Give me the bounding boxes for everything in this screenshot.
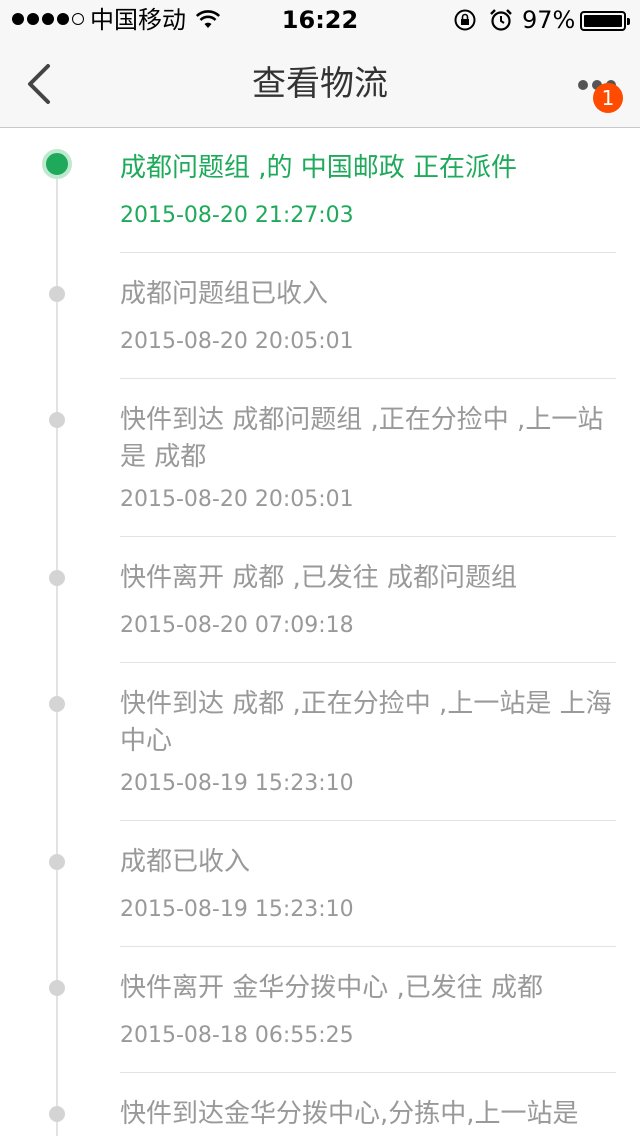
timeline-dot <box>49 696 65 712</box>
tracking-time: 2015-08-19 15:23:10 <box>120 897 354 922</box>
tracking-description: 快件到达 成都问题组 ,正在分捡中 ,上一站是 成都 <box>120 405 604 472</box>
tracking-time: 2015-08-18 06:55:25 <box>120 1023 354 1048</box>
battery-icon <box>580 11 630 31</box>
more-dots-icon <box>578 80 588 90</box>
tracking-time: 2015-08-20 21:27:03 <box>120 203 354 228</box>
tracking-description: 快件到达金华分拨中心,分拣中,上一站是 <box>120 1099 579 1129</box>
notification-badge: 1 <box>593 83 623 113</box>
status-bar: 中国移动 16:22 97% <box>0 0 640 40</box>
rotation-lock-icon <box>454 9 476 31</box>
divider <box>120 662 616 663</box>
tracking-screen: 中国移动 16:22 97% 查看物流 1 成都问题组 ,的 中国邮政 正在派件… <box>0 0 640 1136</box>
tracking-description: 快件离开 金华分拨中心 ,已发往 成都 <box>120 973 544 1003</box>
tracking-description: 成都问题组 ,的 中国邮政 正在派件 <box>120 153 518 183</box>
tracking-description: 快件到达 成都 ,正在分捡中 ,上一站是 上海中心 <box>120 689 612 756</box>
timeline-dot <box>49 286 65 302</box>
tracking-time: 2015-08-20 20:05:01 <box>120 329 354 354</box>
divider <box>120 536 616 537</box>
page-title: 查看物流 <box>252 64 388 104</box>
timeline-dot <box>49 1106 65 1122</box>
divider <box>120 252 616 253</box>
tracking-description: 成都问题组已收入 <box>120 279 329 309</box>
battery-percent: 97% <box>522 6 576 34</box>
alarm-icon <box>490 9 512 31</box>
timeline-dot <box>49 570 65 586</box>
divider <box>120 820 616 821</box>
timeline-dot-active <box>42 149 72 179</box>
divider <box>120 1072 616 1073</box>
tracking-time: 2015-08-19 15:23:10 <box>120 771 354 796</box>
nav-bar: 查看物流 1 <box>0 40 640 128</box>
tracking-timeline: 成都问题组 ,的 中国邮政 正在派件 2015-08-20 21:27:03 成… <box>0 128 640 1136</box>
tracking-description: 快件离开 成都 ,已发往 成都问题组 <box>120 563 518 593</box>
tracking-time: 2015-08-20 07:09:18 <box>120 613 354 638</box>
divider <box>120 378 616 379</box>
tracking-description: 成都已收入 <box>120 847 251 877</box>
tracking-time: 2015-08-20 20:05:01 <box>120 487 354 512</box>
timeline-dot <box>49 980 65 996</box>
timeline-dot <box>49 854 65 870</box>
timeline-dot <box>49 412 65 428</box>
divider <box>120 946 616 947</box>
